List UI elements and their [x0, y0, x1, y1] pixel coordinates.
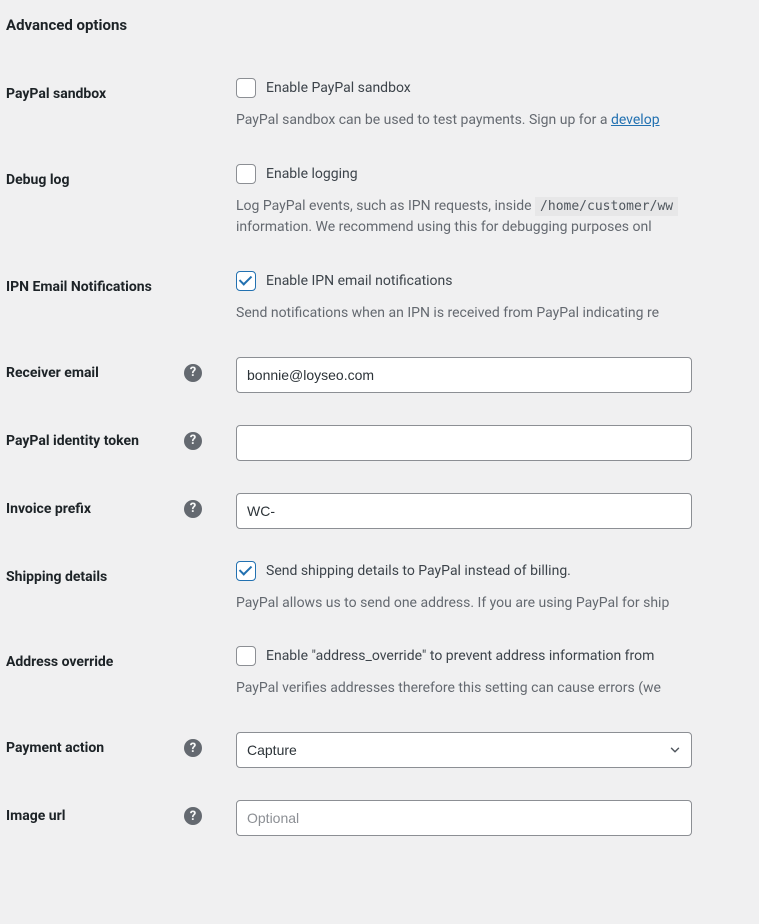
ipn-notifications-label: IPN Email Notifications [6, 279, 152, 295]
debug-log-label: Debug log [6, 172, 69, 188]
help-icon[interactable]: ? [184, 739, 202, 757]
image-url-input[interactable] [236, 800, 692, 836]
developer-link[interactable]: develop [611, 112, 660, 128]
paypal-sandbox-label: PayPal sandbox [6, 86, 106, 102]
debug-log-checkbox-label[interactable]: Enable logging [236, 164, 759, 184]
debug-log-path-code: /home/customer/ww [535, 197, 678, 216]
ipn-notifications-description: Send notifications when an IPN is receiv… [236, 303, 759, 325]
invoice-prefix-input[interactable] [236, 493, 692, 529]
paypal-sandbox-checkbox-text: Enable PayPal sandbox [266, 80, 411, 96]
paypal-sandbox-checkbox-label[interactable]: Enable PayPal sandbox [236, 78, 759, 98]
shipping-details-checkbox-label[interactable]: Send shipping details to PayPal instead … [236, 561, 759, 581]
image-url-label: Image url [6, 808, 65, 824]
receiver-email-input[interactable] [236, 357, 692, 393]
shipping-details-checkbox-text: Send shipping details to PayPal instead … [266, 563, 571, 579]
receiver-email-label: Receiver email [6, 365, 99, 381]
debug-log-description: Log PayPal events, such as IPN requests,… [236, 196, 759, 239]
debug-log-description-text2: information. We recommend using this for… [236, 219, 652, 235]
address-override-checkbox-label[interactable]: Enable "address_override" to prevent add… [236, 646, 759, 666]
ipn-notifications-checkbox-label[interactable]: Enable IPN email notifications [236, 271, 759, 291]
payment-action-select[interactable]: Capture [236, 732, 692, 768]
address-override-label: Address override [6, 654, 113, 670]
ipn-notifications-checkbox-text: Enable IPN email notifications [266, 273, 453, 289]
debug-log-checkbox[interactable] [236, 164, 256, 184]
help-icon[interactable]: ? [184, 432, 202, 450]
invoice-prefix-label: Invoice prefix [6, 501, 91, 517]
address-override-description: PayPal verifies addresses therefore this… [236, 678, 759, 700]
identity-token-label: PayPal identity token [6, 433, 139, 449]
help-icon[interactable]: ? [184, 364, 202, 382]
payment-action-label: Payment action [6, 740, 104, 756]
help-icon[interactable]: ? [184, 500, 202, 518]
paypal-sandbox-description: PayPal sandbox can be used to test payme… [236, 110, 759, 132]
address-override-checkbox[interactable] [236, 646, 256, 666]
paypal-sandbox-checkbox[interactable] [236, 78, 256, 98]
shipping-details-description: PayPal allows us to send one address. If… [236, 593, 759, 615]
help-icon[interactable]: ? [184, 807, 202, 825]
paypal-sandbox-description-text: PayPal sandbox can be used to test payme… [236, 112, 611, 128]
shipping-details-checkbox[interactable] [236, 561, 256, 581]
debug-log-description-text1: Log PayPal events, such as IPN requests,… [236, 198, 535, 214]
address-override-checkbox-text: Enable "address_override" to prevent add… [266, 648, 654, 664]
ipn-notifications-checkbox[interactable] [236, 271, 256, 291]
section-title: Advanced options [6, 16, 759, 34]
debug-log-checkbox-text: Enable logging [266, 166, 358, 182]
identity-token-input[interactable] [236, 425, 692, 461]
settings-table: PayPal sandbox Enable PayPal sandbox Pay… [6, 62, 759, 852]
shipping-details-label: Shipping details [6, 569, 107, 585]
